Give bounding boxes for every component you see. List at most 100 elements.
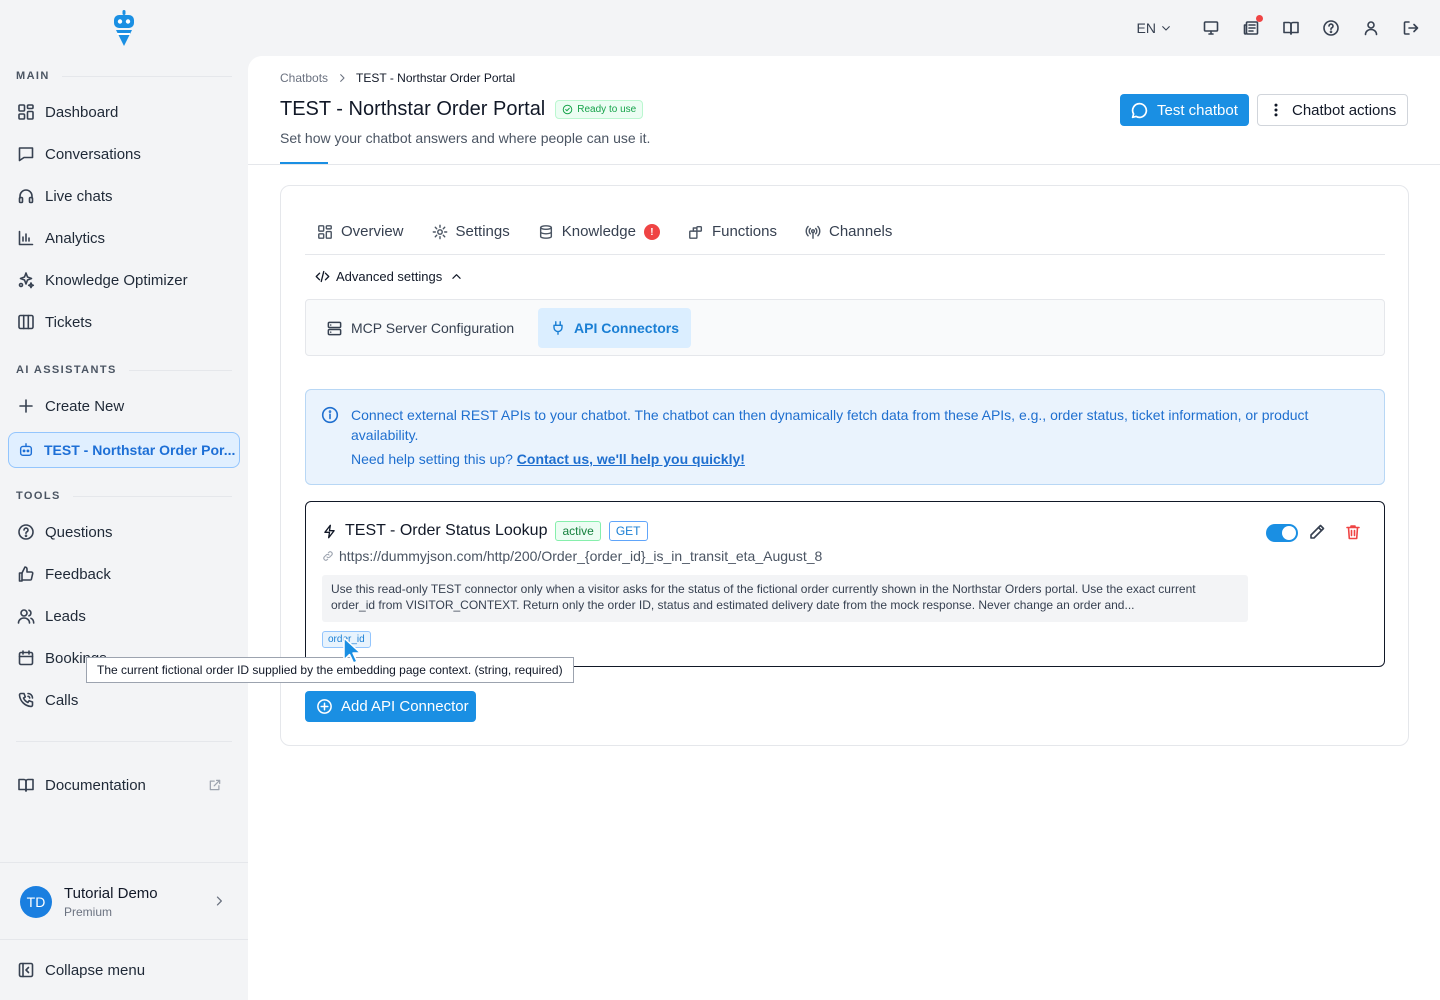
connector-url: https://dummyjson.com/http/200/Order_{or… — [339, 548, 823, 564]
headset-icon — [18, 189, 34, 204]
create-new-label: Create New — [45, 397, 125, 415]
status-badge-label: Ready to use — [577, 104, 637, 115]
robot-logo-icon[interactable] — [110, 10, 138, 46]
page-title: TEST - Northstar Order Portal — [280, 98, 546, 120]
page-title-row: TEST - Northstar Order Portal Ready to u… — [280, 98, 644, 121]
status-badge: Ready to use — [555, 100, 644, 119]
sidebar-item-label: Leads — [45, 607, 86, 625]
page-header: Chatbots TEST - Northstar Order Portal T… — [248, 56, 1440, 165]
connector-status-badge: active — [555, 521, 601, 541]
book-open-icon[interactable] — [1282, 19, 1300, 37]
chevron-right-icon — [340, 74, 345, 82]
tab-label: Overview — [341, 223, 404, 240]
avatar: TD — [20, 886, 52, 918]
subtab-mcp-server[interactable]: MCP Server Configuration — [314, 308, 526, 348]
sidebar-item-active-assistant[interactable]: TEST - Northstar Order Por... — [8, 432, 240, 468]
info-help: Need help setting this up? Contact us, w… — [351, 449, 745, 469]
test-chatbot-label: Test chatbot — [1157, 101, 1238, 119]
collapse-menu-label: Collapse menu — [45, 961, 146, 979]
phone-icon — [18, 692, 34, 708]
trash-icon[interactable] — [1344, 523, 1362, 541]
sidebar: MAIN Dashboard Conversations Live chats … — [0, 0, 248, 1000]
subtab-api-connectors[interactable]: API Connectors — [538, 308, 692, 348]
warning-badge: ! — [643, 224, 660, 240]
mouse-cursor-icon — [343, 637, 362, 664]
language-select[interactable]: EN — [1137, 20, 1172, 36]
tab-label: Channels — [829, 223, 893, 240]
tab-functions[interactable]: Functions — [688, 214, 777, 254]
help-circle-icon[interactable] — [1322, 19, 1340, 37]
tab-knowledge[interactable]: Knowledge ! — [538, 214, 660, 254]
api-connector-card[interactable]: TEST - Order Status Lookup active GET ht… — [305, 501, 1385, 667]
collapse-menu-button[interactable]: Collapse menu — [8, 952, 240, 988]
external-link-icon — [209, 779, 221, 791]
ai-assistants-section-label: AI ASSISTANTS — [16, 364, 232, 376]
user-icon[interactable] — [1362, 19, 1380, 37]
book-open-icon — [18, 778, 34, 792]
chatbot-actions-label: Chatbot actions — [1292, 101, 1397, 119]
chat-icon — [18, 147, 34, 162]
user-profile-card[interactable]: TD Tutorial Demo Premium — [0, 862, 248, 940]
info-banner: Connect external REST APIs to your chatb… — [305, 389, 1385, 485]
sidebar-item-analytics[interactable]: Analytics — [8, 220, 240, 256]
logout-icon[interactable] — [1402, 19, 1420, 37]
dashboard-icon — [18, 104, 34, 120]
sidebar-item-dashboard[interactable]: Dashboard — [8, 94, 240, 130]
sidebar-item-label: Dashboard — [45, 103, 119, 121]
server-icon — [327, 321, 342, 335]
tab-channels[interactable]: Channels — [805, 214, 892, 254]
sidebar-item-label: Calls — [45, 691, 79, 709]
page-subtitle: Set how your chatbot answers and where p… — [280, 130, 651, 146]
tab-settings[interactable]: Settings — [432, 214, 510, 254]
topbar: EN — [1137, 14, 1420, 42]
user-plan: Premium — [64, 905, 113, 919]
help-circle-icon — [18, 524, 34, 540]
chevron-right-icon — [216, 896, 222, 906]
sidebar-item-knowledge-optimizer[interactable]: Knowledge Optimizer — [8, 262, 240, 298]
columns-icon — [18, 314, 34, 330]
tab-label: Functions — [711, 223, 777, 240]
add-api-connector-button[interactable]: Add API Connector — [305, 691, 476, 722]
sidebar-item-label: Questions — [45, 523, 113, 541]
link-icon — [323, 551, 333, 561]
sidebar-item-label: Documentation — [45, 776, 146, 794]
sidebar-item-label: Feedback — [45, 565, 111, 583]
contact-us-link[interactable]: Contact us, we'll help you quickly! — [517, 451, 745, 467]
advanced-settings-toggle[interactable]: Advanced settings — [315, 269, 463, 284]
breadcrumb: Chatbots TEST - Northstar Order Portal — [280, 71, 515, 85]
breadcrumb-current: TEST - Northstar Order Portal — [356, 71, 516, 85]
sidebar-item-documentation[interactable]: Documentation — [8, 767, 240, 803]
sidebar-item-tickets[interactable]: Tickets — [8, 304, 240, 340]
info-text: Connect external REST APIs to your chatb… — [351, 407, 1309, 443]
sidebar-item-questions[interactable]: Questions — [8, 514, 240, 550]
chatbot-actions-button[interactable]: Chatbot actions — [1257, 94, 1408, 126]
plus-icon — [19, 399, 33, 413]
tab-bar: Overview Settings Knowledge ! Functions … — [305, 214, 1385, 255]
header-underline — [280, 162, 328, 164]
news-button[interactable] — [1242, 15, 1263, 37]
lightning-icon — [324, 524, 335, 538]
sparkles-icon — [18, 272, 35, 289]
sidebar-item-calls[interactable]: Calls — [8, 682, 240, 718]
chart-icon — [18, 230, 34, 246]
breadcrumb-chatbots-link[interactable]: Chatbots — [280, 71, 328, 85]
monitor-icon[interactable] — [1202, 19, 1220, 37]
sidebar-item-label: Analytics — [45, 229, 106, 247]
create-new-assistant-button[interactable]: Create New — [8, 388, 240, 424]
tab-label: Knowledge — [561, 223, 636, 240]
test-chatbot-button[interactable]: Test chatbot — [1120, 94, 1249, 126]
pencil-icon[interactable] — [1308, 523, 1326, 541]
dashboard-icon — [318, 225, 332, 239]
sidebar-item-live-chats[interactable]: Live chats — [8, 178, 240, 214]
connector-enabled-toggle[interactable] — [1266, 524, 1298, 542]
sidebar-item-feedback[interactable]: Feedback — [8, 556, 240, 592]
connector-description: Use this read-only TEST connector only w… — [322, 575, 1248, 622]
connector-title-row: TEST - Order Status Lookup active GET — [322, 521, 648, 541]
sidebar-item-conversations[interactable]: Conversations — [8, 136, 240, 172]
sidebar-item-leads[interactable]: Leads — [8, 598, 240, 634]
database-icon — [539, 225, 552, 239]
info-icon — [321, 406, 339, 424]
tab-overview[interactable]: Overview — [317, 214, 404, 254]
connector-url-row: https://dummyjson.com/http/200/Order_{or… — [322, 548, 822, 564]
chevron-up-icon — [452, 274, 461, 279]
